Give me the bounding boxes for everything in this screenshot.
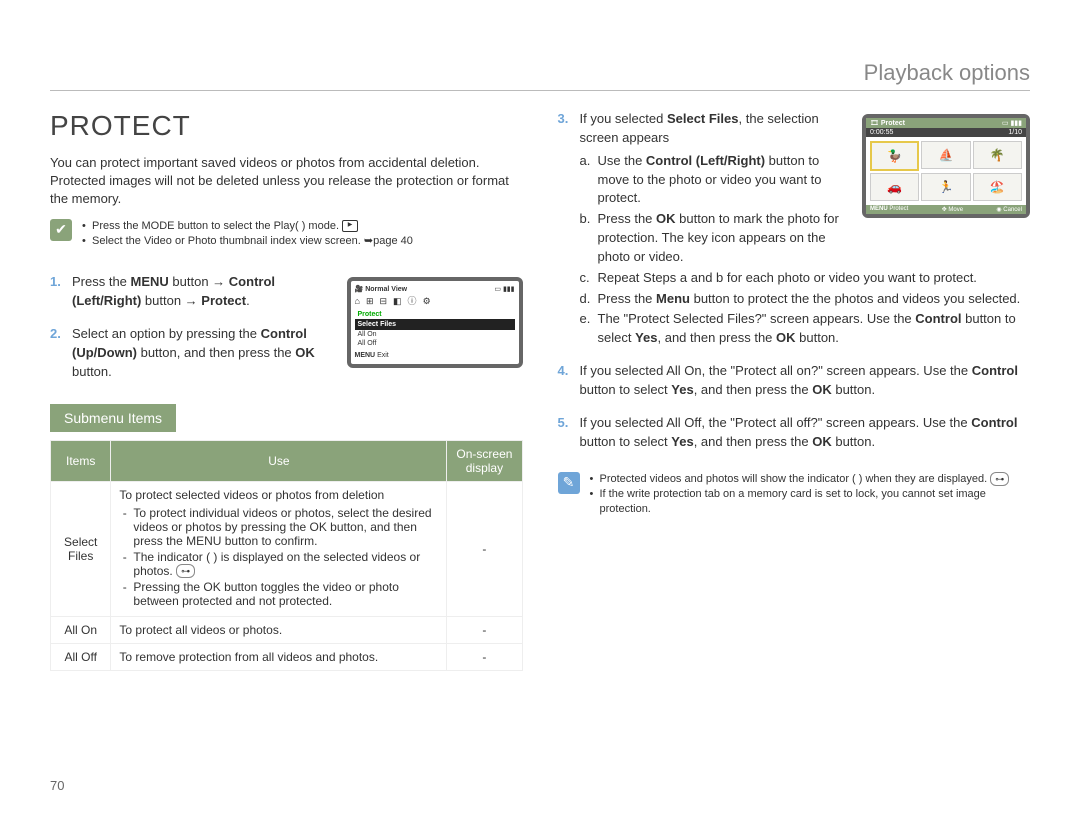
cell-item: All On (51, 617, 111, 644)
cell-osd: - (447, 481, 522, 617)
cell-bullet: To protect individual videos or photos, … (133, 506, 438, 548)
play-mode-icon (342, 220, 358, 232)
tip-list: Protected videos and photos will show th… (590, 472, 1031, 518)
page-title: PROTECT (50, 110, 523, 142)
submenu-table: Items Use On-screen display Select Files… (50, 440, 523, 672)
section-header: Playback options (864, 60, 1030, 86)
cell-bullet: The indicator ( ) is displayed on the se… (133, 550, 438, 579)
step-2: Select an option by pressing the Control… (50, 325, 523, 382)
precondition-item: Press the MODE button to select the Play… (82, 219, 413, 234)
cell-item: All Off (51, 644, 111, 671)
precondition-list: Press the MODE button to select the Play… (82, 219, 413, 250)
page-number: 70 (50, 778, 64, 793)
left-steps: Press the MENU button → Control (Left/Ri… (50, 273, 523, 381)
submenu-heading: Submenu Items (50, 404, 176, 432)
cell-use: To protect all videos or photos. (111, 617, 447, 644)
table-row: All On To protect all videos or photos. … (51, 617, 523, 644)
header-rule (50, 90, 1030, 91)
left-column: PROTECT You can protect important saved … (50, 110, 523, 671)
tip-item: If the write protection tab on a memory … (590, 487, 1031, 518)
table-row: Select Files To protect selected videos … (51, 481, 523, 617)
check-icon: ✔ (50, 219, 72, 241)
step-4: If you selected All On, the "Protect all… (558, 362, 1031, 400)
tip-note: ✎ Protected videos and photos will show … (558, 472, 1031, 528)
step-1: Press the MENU button → Control (Left/Ri… (50, 273, 523, 311)
th-items: Items (51, 440, 111, 481)
lcd-menu-protect: Protect (355, 310, 515, 319)
precondition-item: Select the Video or Photo thumbnail inde… (82, 234, 413, 249)
step-3: If you selected Select Files, the select… (558, 110, 1031, 348)
cell-use: To protect selected videos or photos fro… (111, 481, 447, 617)
manual-page: Playback options PROTECT You can protect… (0, 0, 1080, 825)
cell-osd: - (447, 617, 522, 644)
intro-text: You can protect important saved videos o… (50, 154, 523, 209)
key-lock-icon: ⊶ (176, 564, 195, 578)
th-osd: On-screen display (447, 440, 522, 481)
th-use: Use (111, 440, 447, 481)
tip-item: Protected videos and photos will show th… (590, 472, 1031, 487)
table-row: All Off To remove protection from all vi… (51, 644, 523, 671)
cell-use: To remove protection from all videos and… (111, 644, 447, 671)
precondition-note: ✔ Press the MODE button to select the Pl… (50, 219, 523, 260)
cell-osd: - (447, 644, 522, 671)
step-5: If you selected All Off, the "Protect al… (558, 414, 1031, 452)
note-icon: ✎ (558, 472, 580, 494)
cell-item: Select Files (51, 481, 111, 617)
right-steps: If you selected Select Files, the select… (558, 110, 1031, 452)
cell-bullet: Pressing the OK button toggles the video… (133, 580, 438, 608)
key-lock-icon: ⊶ (990, 472, 1009, 486)
right-column: 🎞 Protect▭ ▮▮▮ 0:00:551/10 🦆 ⛵ 🌴 🚗 🏃 🏖️ … (558, 110, 1031, 671)
